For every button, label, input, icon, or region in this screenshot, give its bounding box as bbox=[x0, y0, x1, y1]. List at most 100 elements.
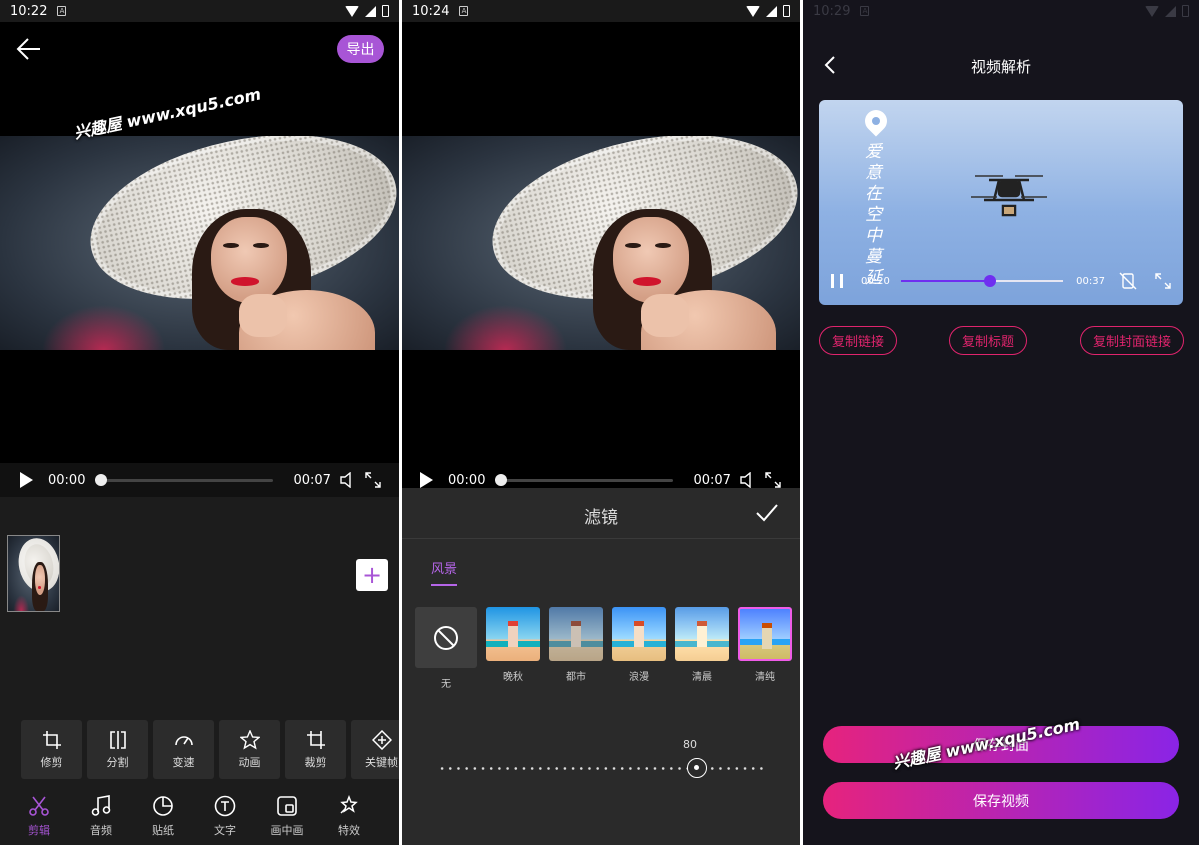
current-time: 00:00 bbox=[48, 472, 86, 488]
pause-icon[interactable] bbox=[831, 274, 843, 288]
tool-split[interactable]: 分割 bbox=[87, 720, 148, 779]
text-icon bbox=[214, 795, 236, 816]
intensity-slider[interactable] bbox=[438, 758, 764, 778]
seek-knob[interactable] bbox=[984, 275, 997, 287]
keyframe-icon bbox=[371, 729, 392, 750]
tool-speed[interactable]: 变速 bbox=[153, 720, 214, 779]
none-icon bbox=[434, 625, 458, 650]
duration-time: 00:37 bbox=[1076, 275, 1105, 287]
status-time: 10:24 bbox=[412, 3, 450, 19]
filter-item[interactable]: 清晨 bbox=[675, 607, 729, 690]
tab-text[interactable]: 文字 bbox=[194, 787, 256, 845]
music-icon bbox=[91, 794, 111, 816]
filter-item[interactable]: 都市 bbox=[549, 607, 603, 690]
location-pin-icon bbox=[860, 105, 892, 137]
sheet-title: 滤镜 bbox=[584, 508, 618, 528]
add-clip-button[interactable]: + bbox=[356, 559, 388, 591]
filter-screen: 10:24 A 00:00 00:07 滤镜 风景 无 晚秋 都市 浪漫 清晨 … bbox=[402, 0, 800, 845]
signal-icon bbox=[1165, 5, 1176, 17]
video-preview bbox=[0, 136, 399, 350]
duration-time: 00:07 bbox=[693, 472, 731, 488]
status-time: 10:29 bbox=[813, 3, 851, 19]
video-player[interactable]: 爱意在空中蔓延 00:20 00:37 bbox=[819, 100, 1183, 305]
seek-knob[interactable] bbox=[95, 473, 108, 486]
tab-category-landscape[interactable]: 风景 bbox=[431, 558, 457, 577]
status-bar: 10:29 A bbox=[803, 0, 1199, 22]
tool-animation[interactable]: 动画 bbox=[219, 720, 280, 779]
save-video-button[interactable]: 保存视频 bbox=[823, 782, 1179, 819]
sticker-icon bbox=[153, 795, 173, 816]
watermark: 兴趣屋 www.xqu5.com bbox=[72, 84, 263, 143]
tab-filter[interactable]: 滤 bbox=[380, 787, 399, 845]
copy-title-button[interactable]: 复制标题 bbox=[949, 326, 1028, 355]
status-bar: 10:24 A bbox=[402, 0, 800, 22]
tab-audio[interactable]: 音频 bbox=[70, 787, 132, 845]
back-arrow-icon[interactable] bbox=[16, 36, 42, 62]
player-bar: 00:00 00:07 bbox=[420, 472, 784, 488]
rotate-lock-icon[interactable] bbox=[1119, 272, 1137, 290]
notification-icon: A bbox=[57, 6, 67, 16]
fullscreen-icon[interactable] bbox=[1155, 273, 1171, 289]
seek-knob[interactable] bbox=[495, 473, 508, 486]
volume-icon[interactable] bbox=[739, 472, 755, 488]
confirm-check-icon[interactable] bbox=[756, 504, 778, 522]
status-time: 10:22 bbox=[10, 3, 48, 19]
copy-cover-link-button[interactable]: 复制封面链接 bbox=[1080, 326, 1185, 355]
battery-icon bbox=[1182, 5, 1189, 17]
signal-icon bbox=[766, 5, 777, 17]
drone-image bbox=[971, 175, 1047, 217]
clip-thumbnail[interactable] bbox=[7, 535, 60, 612]
play-icon[interactable] bbox=[20, 472, 33, 488]
filter-list: 无 晚秋 都市 浪漫 清晨 清纯 bbox=[415, 607, 792, 690]
wifi-icon bbox=[1145, 5, 1159, 17]
pip-icon bbox=[277, 795, 297, 816]
notification-icon: A bbox=[459, 6, 469, 16]
status-bar: 10:22 A bbox=[0, 0, 399, 22]
tab-edit[interactable]: 剪辑 bbox=[8, 787, 70, 845]
slider-knob[interactable] bbox=[687, 758, 707, 778]
split-icon bbox=[109, 730, 126, 749]
filter-item[interactable]: 浪漫 bbox=[612, 607, 666, 690]
effects-icon bbox=[340, 794, 358, 814]
seek-bar[interactable] bbox=[901, 275, 1063, 287]
tab-sticker[interactable]: 贴纸 bbox=[132, 787, 194, 845]
speed-icon bbox=[174, 735, 193, 745]
duration-time: 00:07 bbox=[293, 472, 331, 488]
tool-keyframe[interactable]: 关键帧 bbox=[351, 720, 399, 779]
scissors-icon bbox=[29, 796, 49, 816]
bottom-tab-bar: 剪辑 音频 贴纸 文字 画中画 特效 滤 bbox=[0, 787, 399, 845]
player-bar: 00:00 00:07 bbox=[0, 463, 399, 497]
seek-bar[interactable] bbox=[495, 473, 674, 486]
edit-tools: 修剪 分割 变速 动画 裁剪 关键帧 bbox=[0, 707, 399, 787]
tool-trim[interactable]: 修剪 bbox=[21, 720, 82, 779]
notification-icon: A bbox=[860, 6, 870, 16]
wifi-icon bbox=[746, 5, 760, 17]
fullscreen-icon[interactable] bbox=[765, 472, 781, 488]
current-time: 00:20 bbox=[861, 275, 890, 287]
filter-none[interactable]: 无 bbox=[415, 607, 477, 690]
category-underline bbox=[431, 584, 457, 586]
tool-crop[interactable]: 裁剪 bbox=[285, 720, 346, 779]
video-preview bbox=[402, 136, 800, 350]
tab-effects[interactable]: 特效 bbox=[318, 787, 380, 845]
volume-icon[interactable] bbox=[339, 472, 355, 488]
intensity-value: 80 bbox=[683, 738, 697, 751]
page-title: 视频解析 bbox=[970, 58, 1031, 76]
export-button[interactable]: 导出 bbox=[337, 35, 384, 63]
editor-screen: 10:22 A 导出 兴趣屋 www.xqu5.com 00:00 00:07 bbox=[0, 0, 399, 845]
current-time: 00:00 bbox=[448, 472, 486, 488]
wifi-icon bbox=[345, 5, 359, 17]
copy-link-button[interactable]: 复制链接 bbox=[819, 326, 898, 355]
divider bbox=[402, 538, 800, 539]
filter-sheet: 滤镜 风景 无 晚秋 都市 浪漫 清晨 清纯 80 bbox=[402, 488, 800, 845]
tab-pip[interactable]: 画中画 bbox=[256, 787, 318, 845]
seek-bar[interactable] bbox=[95, 473, 274, 486]
fullscreen-icon[interactable] bbox=[365, 472, 381, 488]
play-icon[interactable] bbox=[420, 472, 433, 488]
crop-icon bbox=[306, 730, 325, 749]
trim-icon bbox=[42, 730, 61, 749]
filter-item-selected[interactable]: 清纯 bbox=[738, 607, 792, 690]
signal-icon bbox=[365, 5, 376, 17]
filter-item[interactable]: 晚秋 bbox=[486, 607, 540, 690]
timeline: + bbox=[0, 497, 399, 707]
